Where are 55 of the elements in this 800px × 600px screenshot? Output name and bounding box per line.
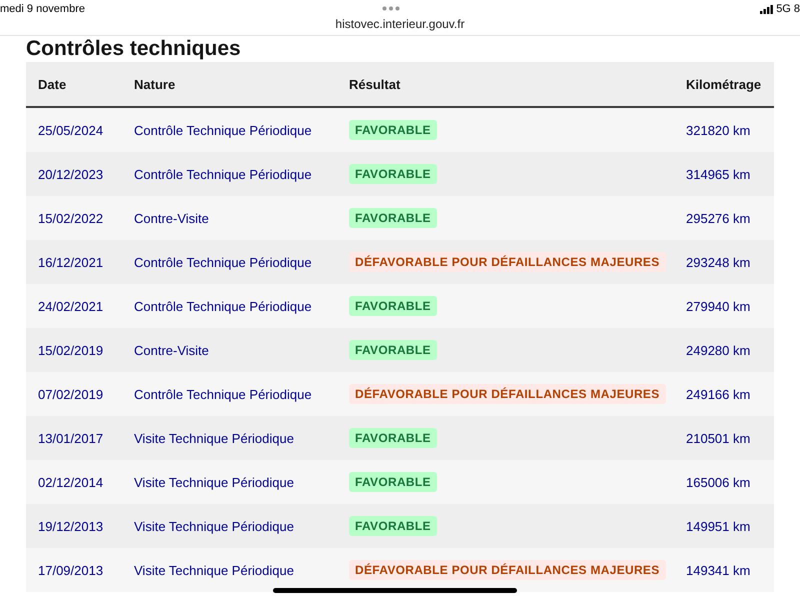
column-header: Résultat <box>349 76 402 92</box>
result-badge: DÉFAVORABLE POUR DÉFAILLANCES MAJEURES <box>349 560 666 580</box>
date-cell: 15/02/2022 <box>38 210 104 226</box>
date-cell: 17/09/2013 <box>38 562 104 578</box>
result-badge: FAVORABLE <box>349 516 437 536</box>
mileage-cell: 293248 km <box>686 254 750 270</box>
date-cell: 25/05/2024 <box>38 122 104 138</box>
mileage-cell: 149341 km <box>686 562 750 578</box>
result-badge: DÉFAVORABLE POUR DÉFAILLANCES MAJEURES <box>349 252 666 272</box>
nature-cell: Contrôle Technique Périodique <box>134 386 312 402</box>
nature-cell: Contrôle Technique Périodique <box>134 298 312 314</box>
column-header: Date <box>38 76 66 92</box>
date-cell: 02/12/2014 <box>38 474 104 490</box>
mileage-cell: 249166 km <box>686 386 750 402</box>
mileage-cell: 279940 km <box>686 298 750 314</box>
date-cell: 19/12/2013 <box>38 518 104 534</box>
nature-cell: Visite Technique Périodique <box>134 518 294 534</box>
address-bar[interactable]: histovec.interieur.gouv.fr <box>335 17 465 31</box>
date-cell: 24/02/2021 <box>38 298 104 314</box>
signal-icon <box>760 4 774 14</box>
result-badge: FAVORABLE <box>349 472 437 492</box>
result-badge: FAVORABLE <box>349 208 437 228</box>
result-badge: FAVORABLE <box>349 120 437 140</box>
battery-label: 8 <box>794 3 800 15</box>
result-badge: DÉFAVORABLE POUR DÉFAILLANCES MAJEURES <box>349 384 666 404</box>
mileage-cell: 314965 km <box>686 166 750 182</box>
column-header: Kilométrage <box>686 76 762 92</box>
mileage-cell: 149951 km <box>686 518 750 534</box>
section-heading: Contrôles techniques <box>26 36 242 62</box>
mileage-cell: 210501 km <box>686 430 750 446</box>
nature-cell: Visite Technique Périodique <box>134 430 294 446</box>
date-cell: 07/02/2019 <box>38 386 104 402</box>
date-cell: 15/02/2019 <box>38 342 104 358</box>
nature-cell: Contrôle Technique Périodique <box>134 254 312 270</box>
nature-cell: Contre-Visite <box>134 342 209 358</box>
result-badge: FAVORABLE <box>349 296 437 316</box>
nature-cell: Contrôle Technique Périodique <box>134 122 312 138</box>
nature-cell: Visite Technique Périodique <box>134 474 294 490</box>
date-cell: 16/12/2021 <box>38 254 104 270</box>
result-badge: FAVORABLE <box>349 340 437 360</box>
nature-cell: Visite Technique Périodique <box>134 562 294 578</box>
nature-cell: Contre-Visite <box>134 210 209 226</box>
more-icon[interactable] <box>382 6 400 11</box>
mileage-cell: 295276 km <box>686 210 750 226</box>
date-cell: 13/01/2017 <box>38 430 104 446</box>
date-cell: 20/12/2023 <box>38 166 104 182</box>
network-label: 5G <box>776 3 791 15</box>
column-header: Nature <box>134 76 176 92</box>
mileage-cell: 321820 km <box>686 122 750 138</box>
status-date: medi 9 novembre <box>0 3 85 15</box>
mileage-cell: 249280 km <box>686 342 750 358</box>
result-badge: FAVORABLE <box>349 428 437 448</box>
mileage-cell: 165006 km <box>686 474 750 490</box>
result-badge: FAVORABLE <box>349 164 437 184</box>
nature-cell: Contrôle Technique Périodique <box>134 166 312 182</box>
